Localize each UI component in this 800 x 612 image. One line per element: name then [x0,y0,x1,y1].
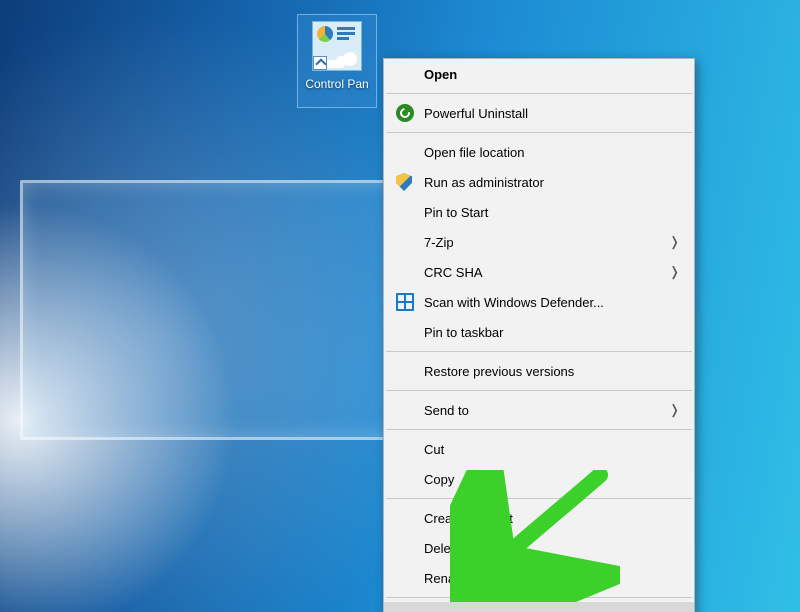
menu-separator [386,597,692,598]
menu-item-label: Cut [424,442,444,457]
menu-item-properties[interactable]: Properties [384,602,694,612]
context-menu: Open Powerful Uninstall Open file locati… [383,58,695,612]
menu-item-label: Open file location [424,145,524,160]
shortcut-label: Control Pan [305,77,368,91]
menu-separator [386,351,692,352]
menu-separator [386,93,692,94]
menu-item-label: Rename [424,571,473,586]
menu-item-7zip[interactable]: 7-Zip ❭ [384,227,694,257]
menu-item-label: Run as administrator [424,175,544,190]
uninstall-icon [396,104,414,122]
desktop-shortcut-control-panel[interactable]: Control Pan [297,14,377,108]
menu-item-label: Powerful Uninstall [424,106,528,121]
shield-icon [396,173,414,191]
menu-item-label: Create shortcut [424,511,513,526]
desktop[interactable]: Control Pan Open Powerful Uninstall Open… [0,0,800,612]
menu-separator [386,132,692,133]
menu-item-label: 7-Zip [424,235,454,250]
chevron-right-icon: ❭ [669,234,680,250]
menu-item-cut[interactable]: Cut [384,434,694,464]
menu-item-scan-defender[interactable]: Scan with Windows Defender... [384,287,694,317]
menu-separator [386,390,692,391]
menu-item-label: CRC SHA [424,265,483,280]
menu-item-delete[interactable]: Delete [384,533,694,563]
menu-item-pin-to-taskbar[interactable]: Pin to taskbar [384,317,694,347]
chevron-right-icon: ❭ [669,402,680,418]
menu-separator [386,429,692,430]
menu-item-label: Restore previous versions [424,364,574,379]
menu-item-powerful-uninstall[interactable]: Powerful Uninstall [384,98,694,128]
menu-item-label: Pin to Start [424,205,488,220]
menu-item-label: Pin to taskbar [424,325,504,340]
background-window-frame [20,180,406,440]
menu-item-crc-sha[interactable]: CRC SHA ❭ [384,257,694,287]
menu-item-label: Send to [424,403,469,418]
menu-item-send-to[interactable]: Send to ❭ [384,395,694,425]
menu-item-restore-previous-versions[interactable]: Restore previous versions [384,356,694,386]
menu-item-open-file-location[interactable]: Open file location [384,137,694,167]
menu-item-label: Scan with Windows Defender... [424,295,604,310]
menu-item-label: Copy [424,472,454,487]
menu-item-rename[interactable]: Rename [384,563,694,593]
menu-item-create-shortcut[interactable]: Create shortcut [384,503,694,533]
menu-separator [386,498,692,499]
menu-item-open[interactable]: Open [384,59,694,89]
control-panel-icon [312,21,362,71]
menu-item-run-as-administrator[interactable]: Run as administrator [384,167,694,197]
shortcut-arrow-icon [313,56,327,70]
menu-item-pin-to-start[interactable]: Pin to Start [384,197,694,227]
menu-item-label: Open [424,67,457,82]
menu-item-label: Delete [424,541,462,556]
menu-item-copy[interactable]: Copy [384,464,694,494]
chevron-right-icon: ❭ [669,264,680,280]
defender-icon [396,293,414,311]
